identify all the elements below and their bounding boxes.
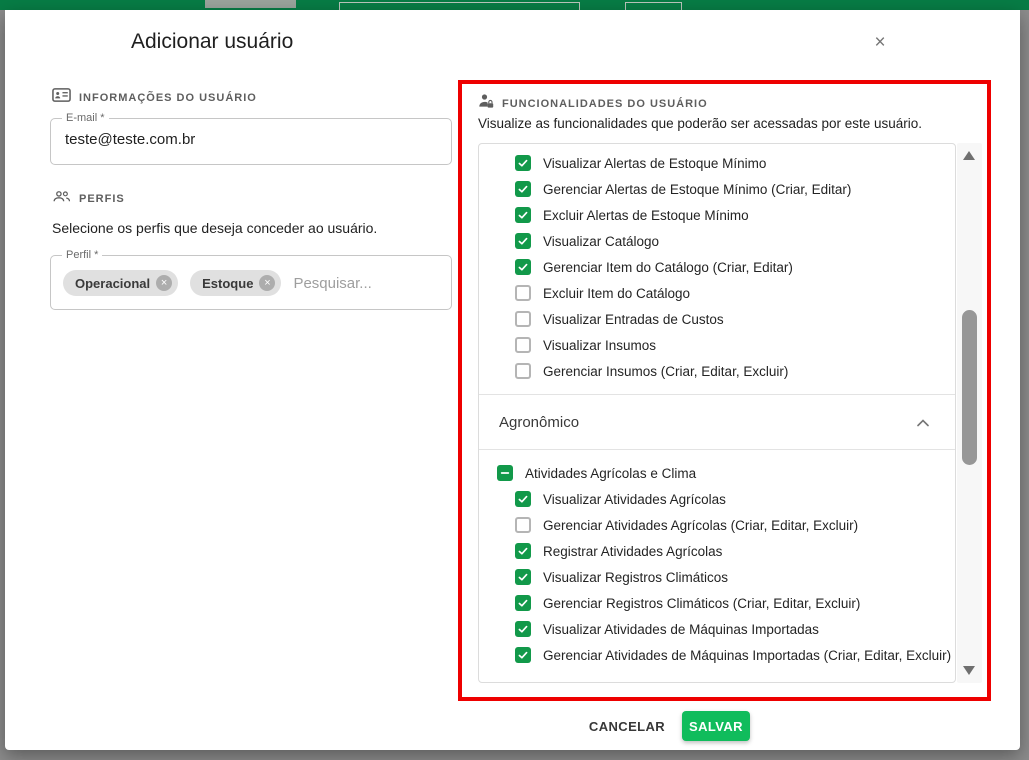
feature-label: Excluir Alertas de Estoque Mínimo — [543, 208, 749, 223]
feature-row: Excluir Item do Catálogo — [479, 280, 955, 306]
chip-operacional[interactable]: Operacional × — [63, 270, 178, 296]
checkbox-checked[interactable] — [515, 181, 531, 197]
features-section-header: FUNCIONALIDADES DO USUÁRIO — [478, 93, 708, 114]
checkbox-unchecked[interactable] — [515, 285, 531, 301]
feature-row: Gerenciar Alertas de Estoque Mínimo (Cri… — [479, 176, 955, 202]
features-description: Visualize as funcionalidades que poderão… — [478, 116, 922, 131]
feature-row: Gerenciar Registros Climáticos (Criar, E… — [479, 590, 955, 616]
checkbox-indeterminate[interactable] — [497, 465, 513, 481]
feature-label: Gerenciar Alertas de Estoque Mínimo (Cri… — [543, 182, 851, 197]
chip-estoque[interactable]: Estoque × — [190, 270, 281, 296]
profiles-section-header: PERFIS — [52, 189, 125, 209]
feature-row: Gerenciar Item do Catálogo (Criar, Edita… — [479, 254, 955, 280]
feature-label: Visualizar Atividades de Máquinas Import… — [543, 622, 819, 637]
close-icon[interactable]: × — [867, 30, 893, 56]
feature-label: Gerenciar Registros Climáticos (Criar, E… — [543, 596, 860, 611]
people-icon — [52, 189, 71, 209]
feature-label: Gerenciar Item do Catálogo (Criar, Edita… — [543, 260, 793, 275]
dialog-title: Adicionar usuário — [131, 30, 293, 54]
checkbox-unchecked[interactable] — [515, 517, 531, 533]
checkbox-checked[interactable] — [515, 569, 531, 585]
chip-label: Operacional — [75, 276, 150, 291]
feature-row: Visualizar Registros Climáticos — [479, 564, 955, 590]
save-button[interactable]: SALVAR — [682, 711, 750, 741]
feature-row: Visualizar Alertas de Estoque Mínimo — [479, 150, 955, 176]
feature-label: Visualizar Atividades Agrícolas — [543, 492, 726, 507]
background-app-bar — [0, 0, 1029, 10]
feature-label: Atividades Agrícolas e Clima — [525, 466, 696, 481]
feature-row: Visualizar Atividades Agrícolas — [479, 486, 955, 512]
add-user-dialog: Adicionar usuário × INFORMAÇÕES DO USUÁR… — [5, 10, 1020, 750]
feature-label: Gerenciar Atividades Agrícolas (Criar, E… — [543, 518, 858, 533]
feature-row: Excluir Alertas de Estoque Mínimo — [479, 202, 955, 228]
feature-label: Visualizar Alertas de Estoque Mínimo — [543, 156, 766, 171]
feature-row: Gerenciar Atividades Agrícolas (Criar, E… — [479, 512, 955, 538]
checkbox-checked[interactable] — [515, 259, 531, 275]
chip-remove-icon[interactable]: × — [259, 275, 275, 291]
feature-row: Visualizar Atividades de Máquinas Import… — [479, 616, 955, 642]
email-input[interactable] — [65, 131, 435, 148]
email-field-label: E-mail * — [62, 112, 109, 124]
checkbox-checked[interactable] — [515, 543, 531, 559]
checkbox-checked[interactable] — [515, 207, 531, 223]
scrollbar-thumb[interactable] — [962, 310, 977, 465]
user-info-section-title: INFORMAÇÕES DO USUÁRIO — [79, 92, 257, 104]
profile-field: Perfil * Operacional × Estoque × — [50, 255, 452, 310]
profiles-section-title: PERFIS — [79, 193, 125, 205]
checkbox-unchecked[interactable] — [515, 363, 531, 379]
feature-label: Visualizar Registros Climáticos — [543, 570, 728, 585]
feature-list: Visualizar Alertas de Estoque Mínimo Gere… — [478, 143, 956, 683]
scroll-down-icon[interactable] — [963, 666, 975, 675]
scroll-up-icon[interactable] — [963, 151, 975, 160]
chevron-up-icon[interactable] — [913, 411, 933, 434]
profile-search-input[interactable] — [293, 275, 413, 292]
feature-row: Atividades Agrícolas e Clima — [479, 460, 955, 486]
background-button — [625, 2, 682, 10]
checkbox-checked[interactable] — [515, 595, 531, 611]
feature-row: Gerenciar Atividades de Máquinas Importa… — [479, 642, 955, 668]
group-title: Agronômico — [499, 414, 579, 431]
checkbox-checked[interactable] — [515, 647, 531, 663]
feature-label: Visualizar Catálogo — [543, 234, 659, 249]
feature-label: Visualizar Insumos — [543, 338, 656, 353]
background-search-box — [339, 2, 580, 10]
feature-row: Gerenciar Insumos (Criar, Editar, Exclui… — [479, 358, 955, 384]
feature-row: Registrar Atividades Agrícolas — [479, 538, 955, 564]
feature-group-header: Agronômico — [479, 394, 955, 450]
profile-chips: Operacional × Estoque × — [63, 270, 413, 296]
chip-remove-icon[interactable]: × — [156, 275, 172, 291]
profiles-instruction: Selecione os perfis que deseja conceder … — [52, 220, 377, 236]
feature-list-scrollbar[interactable] — [957, 143, 982, 683]
feature-label: Excluir Item do Catálogo — [543, 286, 690, 301]
feature-label: Gerenciar Insumos (Criar, Editar, Exclui… — [543, 364, 788, 379]
person-lock-icon — [478, 93, 494, 114]
feature-row: Visualizar Insumos — [479, 332, 955, 358]
checkbox-checked[interactable] — [515, 155, 531, 171]
contact-card-icon — [52, 87, 71, 108]
user-info-section-header: INFORMAÇÕES DO USUÁRIO — [52, 87, 257, 108]
feature-label: Registrar Atividades Agrícolas — [543, 544, 722, 559]
chip-label: Estoque — [202, 276, 253, 291]
background-tab — [205, 0, 296, 8]
feature-row: Visualizar Entradas de Custos — [479, 306, 955, 332]
checkbox-checked[interactable] — [515, 491, 531, 507]
email-field: E-mail * — [50, 118, 452, 165]
checkbox-unchecked[interactable] — [515, 311, 531, 327]
checkbox-unchecked[interactable] — [515, 337, 531, 353]
screen: Adicionar usuário × INFORMAÇÕES DO USUÁR… — [0, 0, 1029, 760]
feature-label: Gerenciar Atividades de Máquinas Importa… — [543, 648, 951, 663]
features-section-title: FUNCIONALIDADES DO USUÁRIO — [502, 98, 708, 110]
feature-label: Visualizar Entradas de Custos — [543, 312, 724, 327]
cancel-button[interactable]: CANCELAR — [582, 711, 672, 741]
feature-row: Visualizar Catálogo — [479, 228, 955, 254]
profile-field-label: Perfil * — [62, 249, 102, 261]
feature-row: Monitoramento — [479, 678, 955, 683]
checkbox-checked[interactable] — [515, 621, 531, 637]
checkbox-checked[interactable] — [515, 233, 531, 249]
